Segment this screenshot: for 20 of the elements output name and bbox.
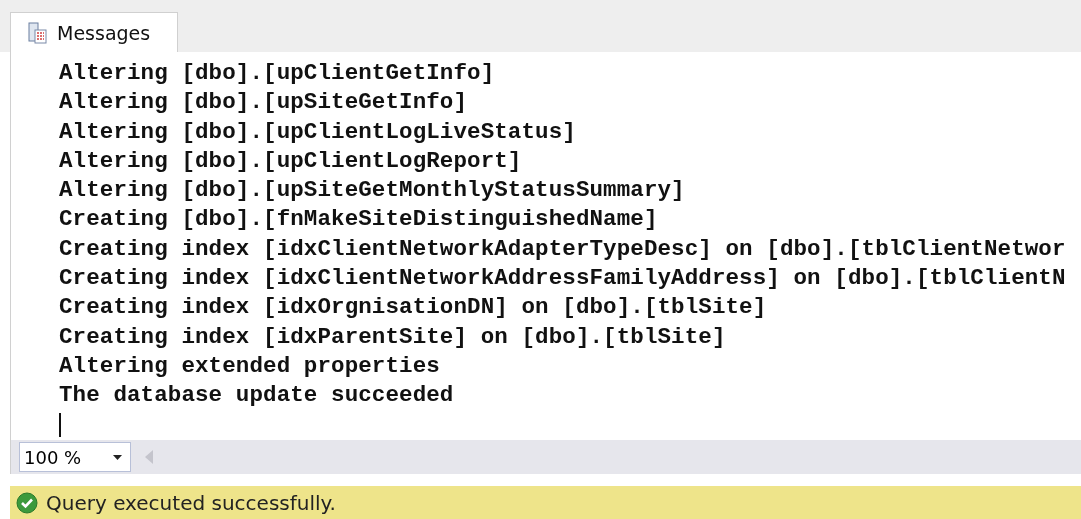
message-line: Creating [dbo].[fnMakeSiteDistinguishedName] xyxy=(59,205,659,235)
message-line: Altering [dbo].[upClientLogReport] xyxy=(59,146,523,176)
message-line: Creating index [idxParentSite] on [dbo].[tblSite] xyxy=(59,322,727,352)
message-line: Altering [dbo].[upClientGetInfo] xyxy=(59,59,496,88)
message-line: Creating index [idxClientNetworkAddressFamilyAddress] on [dbo].[tblClientN xyxy=(59,264,1067,294)
message-line: Creating index [idxOrgnisationDN] on [dbo].[tblSite] xyxy=(59,293,768,323)
zoom-dropdown[interactable]: 100 % xyxy=(19,442,131,472)
text-caret xyxy=(59,412,61,437)
message-line: Altering extended properties xyxy=(59,351,441,381)
message-line: Altering [dbo].[upClientLogLiveStatus] xyxy=(59,117,577,147)
message-line: Altering [dbo].[upSiteGetMonthlyStatusSummary] xyxy=(59,176,686,206)
check-circle-icon xyxy=(16,491,38,514)
document-grid-icon xyxy=(27,21,49,44)
caret-down-icon xyxy=(113,454,122,460)
message-line: Creating index [idxClientNetworkAdapterTypeDesc] on [dbo].[tblClientNetwor xyxy=(59,234,1067,264)
message-line: The database update succeeded xyxy=(59,381,455,411)
message-line: Altering [dbo].[upSiteGetInfo] xyxy=(59,88,469,118)
scroll-left-icon[interactable] xyxy=(145,450,153,464)
status-text: Query executed successfully. xyxy=(46,490,336,515)
messages-tab[interactable]: Messages xyxy=(10,12,178,52)
